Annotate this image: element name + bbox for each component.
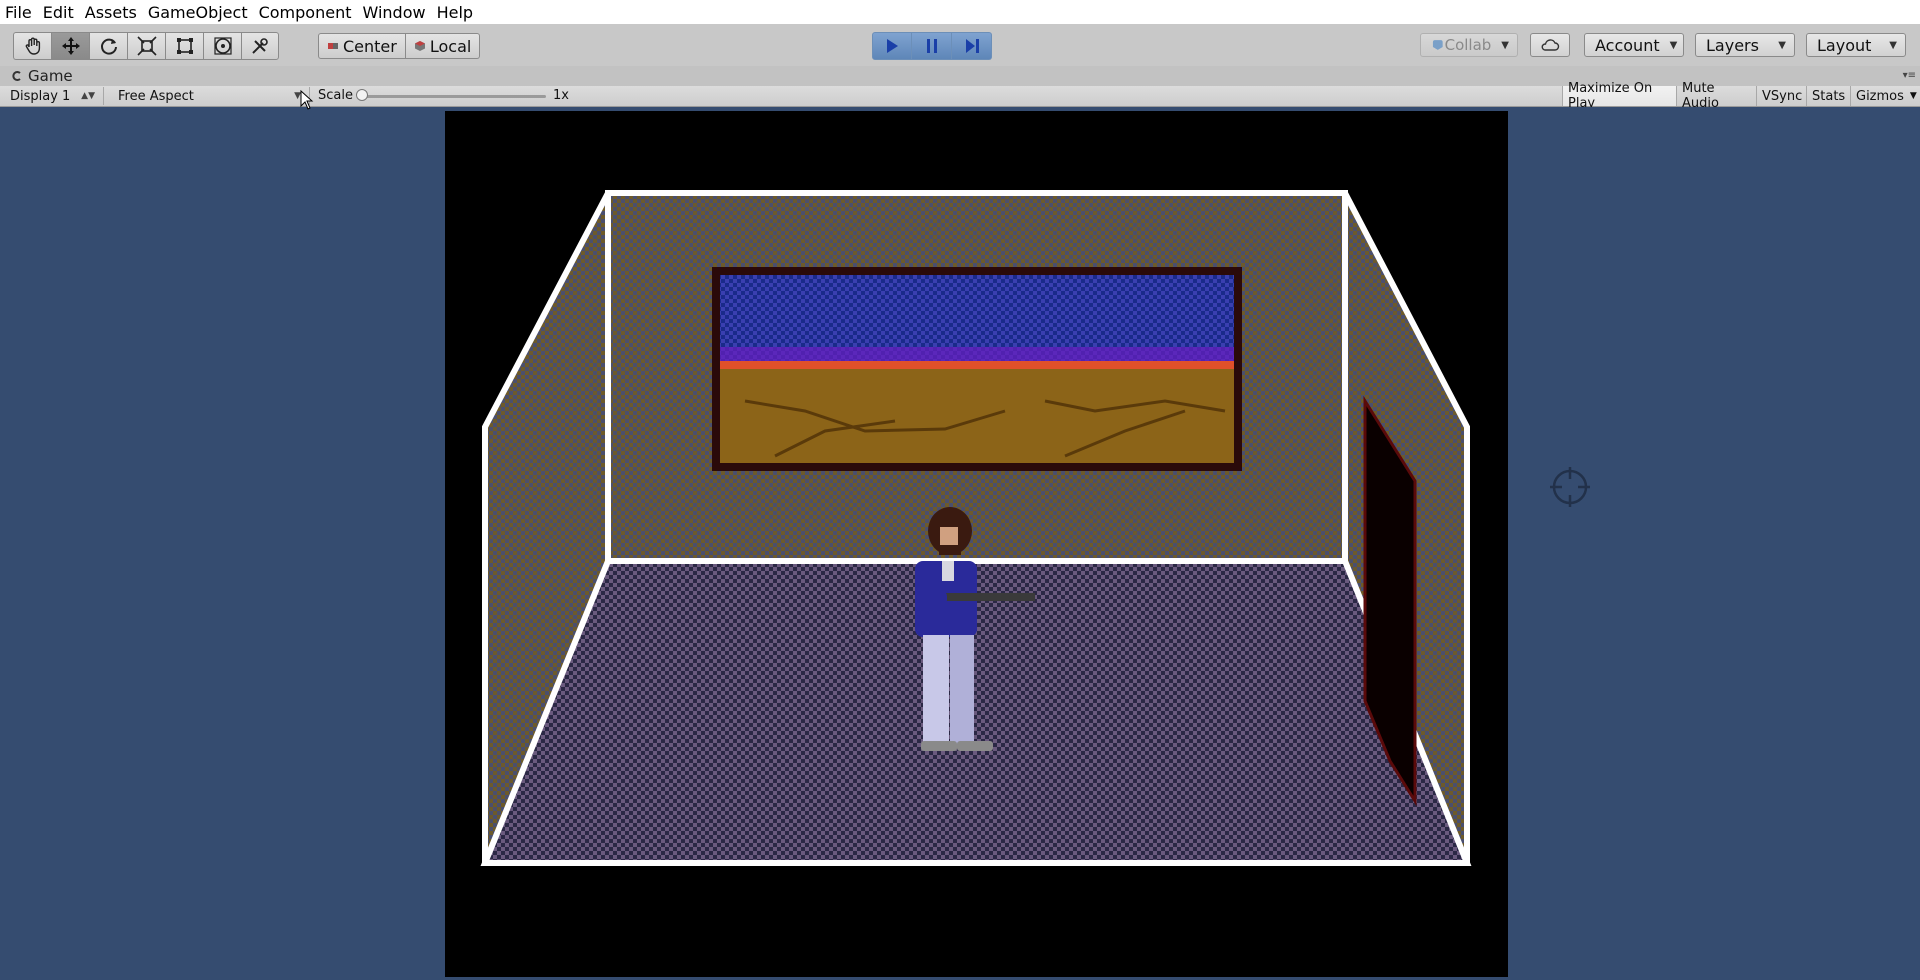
maximize-on-play-toggle[interactable]: Maximize On Play [1562, 81, 1676, 111]
menu-gameobject[interactable]: GameObject [143, 3, 254, 22]
game-view-bar: Display 1 ▲▼ Free Aspect ▼ Scale 1x Maxi… [0, 81, 1920, 111]
layout-dropdown[interactable]: Layout ▼ [1806, 33, 1906, 57]
tools-icon [252, 38, 268, 54]
menu-edit[interactable]: Edit [38, 3, 80, 22]
chevron-down-icon: ▼ [1889, 39, 1897, 51]
scale-tool-button[interactable] [127, 32, 165, 60]
move-tool-button[interactable] [51, 32, 89, 60]
menu-assets[interactable]: Assets [80, 3, 143, 22]
chevron-down-icon: ▼ [1501, 39, 1509, 51]
cloud-button[interactable] [1530, 33, 1570, 57]
scale-value: 1x [553, 88, 569, 103]
collab-icon [1432, 40, 1443, 50]
menu-bar: File Edit Assets GameObject Component Wi… [0, 0, 1920, 24]
game-scene [480, 190, 1472, 866]
gizmos-label: Gizmos [1856, 88, 1904, 104]
game-screen[interactable] [445, 111, 1508, 977]
select-arrows-icon: ▲▼ [81, 91, 95, 101]
account-dropdown[interactable]: Account ▼ [1584, 33, 1684, 57]
rect-tool-button[interactable] [165, 32, 203, 60]
mouse-cursor-icon [300, 90, 314, 110]
stats-label: Stats [1812, 88, 1846, 104]
step-button[interactable] [952, 32, 992, 60]
pivot-toggles: Center Local [318, 33, 481, 59]
game-tab-icon [12, 71, 21, 81]
cloud-icon [1541, 39, 1560, 51]
tab-game-label: Game [28, 67, 73, 85]
pause-icon [926, 39, 937, 53]
step-icon [965, 39, 979, 53]
rect-icon [176, 38, 193, 54]
main-toolbar: Center Local Collab ▼ Account ▼ Layers ▼… [0, 24, 1920, 67]
layers-dropdown[interactable]: Layers ▼ [1695, 33, 1795, 57]
stats-toggle[interactable]: Stats [1806, 86, 1850, 106]
menu-file[interactable]: File [0, 3, 38, 22]
aspect-value: Free Aspect [118, 88, 194, 104]
scale-icon [136, 36, 157, 56]
gizmos-dropdown[interactable]: Gizmos ▼ [1850, 86, 1920, 106]
menu-window[interactable]: Window [357, 3, 431, 22]
aspect-select[interactable]: Free Aspect ▼ [110, 87, 310, 105]
game-viewport[interactable] [0, 107, 1920, 980]
transform-tools [13, 32, 279, 60]
scale-slider-track[interactable] [362, 95, 546, 98]
pause-button[interactable] [912, 32, 952, 60]
account-label: Account [1595, 35, 1660, 55]
cube-icon [414, 41, 425, 51]
pivot-center-button[interactable]: Center [318, 33, 406, 59]
collab-label: Collab [1444, 36, 1492, 54]
display-select[interactable]: Display 1 ▲▼ [2, 87, 104, 105]
pivot-label: Center [343, 36, 397, 56]
menu-help[interactable]: Help [432, 3, 479, 22]
menu-component[interactable]: Component [254, 3, 358, 22]
rotate-tool-button[interactable] [89, 32, 127, 60]
chevron-down-icon: ▼ [1778, 39, 1786, 51]
space-local-button[interactable]: Local [405, 33, 481, 59]
layout-label: Layout [1817, 35, 1872, 55]
scale-label: Scale [318, 88, 353, 103]
mute-audio-toggle[interactable]: Mute Audio [1676, 81, 1756, 111]
scale-slider-handle[interactable] [356, 89, 368, 101]
display-value: Display 1 [10, 88, 71, 104]
pivot-icon [328, 43, 338, 49]
custom-tool-button[interactable] [241, 32, 279, 60]
collab-dropdown[interactable]: Collab ▼ [1420, 33, 1518, 57]
vsync-toggle[interactable]: VSync [1756, 86, 1806, 106]
rotate-icon [100, 38, 117, 55]
vsync-label: VSync [1762, 88, 1803, 104]
hand-icon [25, 37, 40, 55]
crosshair-icon [1550, 467, 1590, 507]
chevron-down-icon: ▼ [1669, 39, 1678, 51]
play-controls [872, 32, 992, 60]
transform-tool-button[interactable] [203, 32, 241, 60]
transform-icon [213, 37, 232, 55]
space-label: Local [429, 36, 472, 56]
panel-menu-icon[interactable]: ▾≡ [1903, 70, 1916, 81]
move-icon [61, 37, 80, 55]
play-button[interactable] [872, 32, 912, 60]
play-icon [887, 39, 898, 53]
painting-desert [720, 369, 1234, 463]
hand-tool-button[interactable] [13, 32, 51, 60]
tab-game[interactable]: Game [12, 67, 73, 85]
layers-label: Layers [1706, 35, 1759, 55]
chevron-down-icon: ▼ [1909, 91, 1917, 101]
